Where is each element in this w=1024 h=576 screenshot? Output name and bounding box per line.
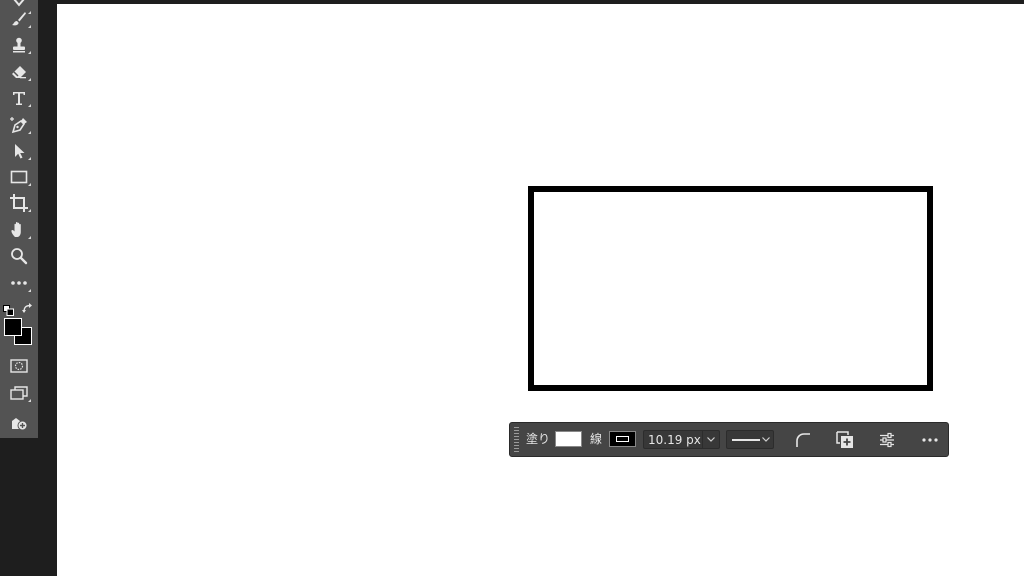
rectangle-shape[interactable]: [528, 186, 933, 391]
fill-label: 塗り: [526, 432, 551, 446]
brush-tool[interactable]: [5, 8, 33, 30]
tools-panel: [0, 0, 39, 438]
sliders-icon: [880, 432, 894, 448]
new-shape-layer-button[interactable]: [834, 429, 856, 451]
default-colors-button[interactable]: [3, 301, 14, 316]
brush-icon: [12, 12, 26, 26]
more-icon: [922, 438, 938, 442]
chevron-down-icon: [762, 437, 770, 442]
rectangle-tool[interactable]: [5, 166, 33, 188]
photoshop-window: 塗り 線 10.19 px: [0, 0, 1024, 576]
stroke-label: 線: [590, 432, 603, 446]
stroke-type-dropdown[interactable]: [726, 430, 774, 449]
more-options-button[interactable]: [919, 429, 941, 451]
panel-background: [0, 438, 38, 576]
zoom-tool[interactable]: [5, 245, 33, 267]
screen-mode-icon: [10, 386, 28, 400]
fill-color-swatch[interactable]: [555, 431, 582, 447]
quick-mask-icon: [10, 359, 28, 373]
pen-tool[interactable]: [5, 114, 33, 136]
crop-icon: [10, 194, 28, 212]
rectangle-icon: [10, 170, 28, 184]
swap-colors-button[interactable]: [22, 300, 34, 313]
eraser-tool[interactable]: [5, 61, 33, 83]
stamp-icon: [13, 37, 25, 53]
stroke-width-value: 10.19 px: [648, 433, 701, 447]
screen-mode-button[interactable]: [5, 382, 33, 404]
drag-handle[interactable]: [514, 427, 519, 452]
stroke-width-dropdown[interactable]: [702, 431, 719, 448]
quick-mask-button[interactable]: [5, 355, 33, 377]
stroke-width-field[interactable]: 10.19 px: [643, 430, 720, 449]
canvas-gutter: [38, 0, 57, 576]
path-selection-tool[interactable]: [5, 140, 33, 162]
magnifier-icon: [11, 248, 28, 265]
properties-button[interactable]: [876, 429, 898, 451]
more-icon: [11, 281, 27, 285]
contextual-task-bar[interactable]: 塗り 線 10.19 px: [509, 422, 949, 457]
type-tool[interactable]: [5, 87, 33, 109]
share-icon: [12, 418, 28, 431]
pen-icon: [10, 117, 27, 134]
type-icon: [13, 92, 25, 105]
crop-tool[interactable]: [5, 192, 33, 214]
corner-radius-icon: [796, 433, 810, 447]
default-colors-icon: [3, 305, 14, 316]
eraser-icon: [12, 66, 26, 79]
hand-icon: [11, 222, 21, 237]
corner-radius-button[interactable]: [792, 429, 814, 451]
hand-tool[interactable]: [5, 219, 33, 241]
clone-stamp-tool[interactable]: [5, 34, 33, 56]
swap-arrow-icon: [22, 303, 32, 313]
share-button[interactable]: [5, 412, 33, 434]
foreground-color-swatch[interactable]: [4, 318, 22, 336]
stroke-color-swatch[interactable]: [609, 431, 636, 447]
solid-line-preview: [732, 439, 760, 441]
edit-toolbar-button[interactable]: [5, 272, 33, 294]
arrow-icon: [15, 144, 25, 159]
chevron-down-icon: [707, 437, 715, 442]
add-layer-icon: [836, 431, 853, 448]
